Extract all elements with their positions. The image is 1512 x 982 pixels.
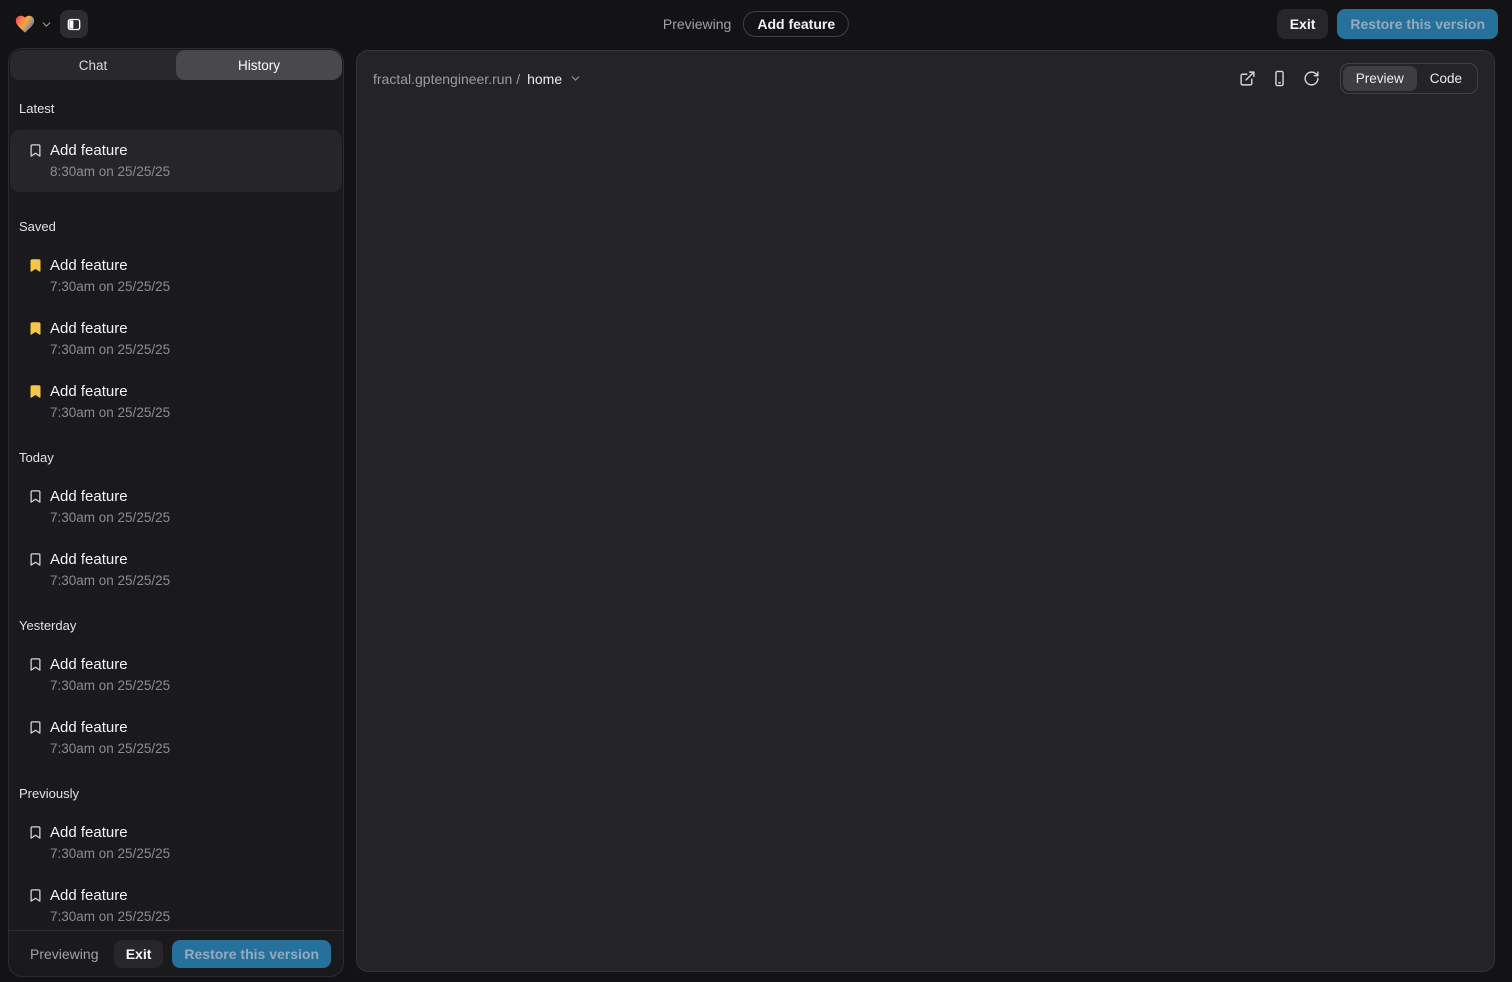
bookmark-icon [28,258,43,273]
version-item[interactable]: Add feature 7:30am on 25/25/25 [18,381,334,423]
history-sidebar: ChatHistory Latest Add feature 8:30am on… [8,48,344,977]
section-title: Previously [19,786,334,801]
version-item-title: Add feature [50,486,334,508]
version-item-timestamp: 7:30am on 25/25/25 [50,508,334,528]
lovable-heart-logo [14,13,36,35]
preview-url-domain: fractal.gptengineer.run / [373,71,520,87]
version-item-timestamp: 7:30am on 25/25/25 [50,340,334,360]
version-item-title: Add feature [50,549,334,571]
version-item[interactable]: Add feature 7:30am on 25/25/25 [18,549,334,591]
version-item-timestamp: 7:30am on 25/25/25 [50,676,334,696]
tab-history[interactable]: History [176,50,342,80]
section-title: Latest [19,101,334,116]
preview-header: fractal.gptengineer.run / home [357,51,1494,94]
panel-left-icon [66,16,82,33]
footer-restore-version-button[interactable]: Restore this version [172,940,331,968]
bookmark-icon [28,720,43,735]
sidebar-footer: Previewing Exit Restore this version [9,930,343,976]
preview-panel: fractal.gptengineer.run / home [356,50,1495,972]
footer-previewing-label: Previewing [30,946,105,962]
preview-viewport[interactable] [357,94,1494,971]
version-item[interactable]: Add feature 7:30am on 25/25/25 [18,822,334,864]
history-section: Yesterday Add feature 7:30am on 25/25/25… [18,618,334,759]
section-title: Yesterday [19,618,334,633]
bookmark-icon [28,384,43,399]
chevron-down-icon [569,72,582,85]
preview-code-toggle: PreviewCode [1340,63,1478,94]
version-item-title: Add feature [50,717,334,739]
refresh-icon [1303,70,1320,87]
version-item[interactable]: Add feature 7:30am on 25/25/25 [18,486,334,528]
app-logo-menu[interactable] [14,13,53,35]
toggle-code[interactable]: Code [1417,66,1475,91]
smartphone-icon [1271,70,1288,87]
version-item-title: Add feature [50,140,334,162]
open-in-new-tab-button[interactable] [1239,70,1256,87]
version-pill[interactable]: Add feature [743,11,849,37]
refresh-preview-button[interactable] [1303,70,1320,87]
version-item-timestamp: 7:30am on 25/25/25 [50,844,334,864]
toggle-sidebar-button[interactable] [60,10,88,38]
version-item-timestamp: 8:30am on 25/25/25 [50,162,334,182]
version-item-timestamp: 7:30am on 25/25/25 [50,907,334,927]
version-item[interactable]: Add feature 8:30am on 25/25/25 [10,130,342,192]
exit-button[interactable]: Exit [1277,9,1329,39]
bookmark-icon [28,657,43,672]
bookmark-icon [28,143,43,158]
external-link-icon [1239,70,1256,87]
version-item-timestamp: 7:30am on 25/25/25 [50,739,334,759]
chevron-down-icon [40,18,53,31]
footer-exit-button[interactable]: Exit [114,940,164,968]
history-section: Latest Add feature 8:30am on 25/25/25 [18,101,334,192]
toggle-preview[interactable]: Preview [1343,66,1417,91]
preview-url-selector[interactable]: fractal.gptengineer.run / home [373,71,582,87]
version-item-title: Add feature [50,822,334,844]
version-item-title: Add feature [50,255,334,277]
version-history-list: Latest Add feature 8:30am on 25/25/25 Sa… [9,81,343,930]
version-item-title: Add feature [50,318,334,340]
history-section: Today Add feature 7:30am on 25/25/25 Add… [18,450,334,591]
preview-url-page: home [527,71,562,87]
sidebar-tabs: ChatHistory [10,50,342,80]
version-item-title: Add feature [50,885,334,907]
tab-chat[interactable]: Chat [10,50,176,80]
bookmark-icon [28,489,43,504]
version-item[interactable]: Add feature 7:30am on 25/25/25 [18,717,334,759]
bookmark-icon [28,888,43,903]
history-section: Saved Add feature 7:30am on 25/25/25 Add… [18,219,334,423]
version-item[interactable]: Add feature 7:30am on 25/25/25 [18,654,334,696]
restore-version-button[interactable]: Restore this version [1337,9,1498,39]
version-item[interactable]: Add feature 7:30am on 25/25/25 [18,318,334,360]
version-item-timestamp: 7:30am on 25/25/25 [50,277,334,297]
bookmark-icon [28,552,43,567]
version-item-title: Add feature [50,381,334,403]
version-item-timestamp: 7:30am on 25/25/25 [50,571,334,591]
version-item[interactable]: Add feature 7:30am on 25/25/25 [18,885,334,927]
mobile-preview-button[interactable] [1271,70,1288,87]
bookmark-icon [28,825,43,840]
section-title: Today [19,450,334,465]
previewing-label: Previewing [663,16,731,32]
topbar: Previewing Add feature Exit Restore this… [0,0,1512,48]
version-item-title: Add feature [50,654,334,676]
history-section: Previously Add feature 7:30am on 25/25/2… [18,786,334,927]
section-title: Saved [19,219,334,234]
version-item[interactable]: Add feature 7:30am on 25/25/25 [18,255,334,297]
version-item-timestamp: 7:30am on 25/25/25 [50,403,334,423]
bookmark-icon [28,321,43,336]
